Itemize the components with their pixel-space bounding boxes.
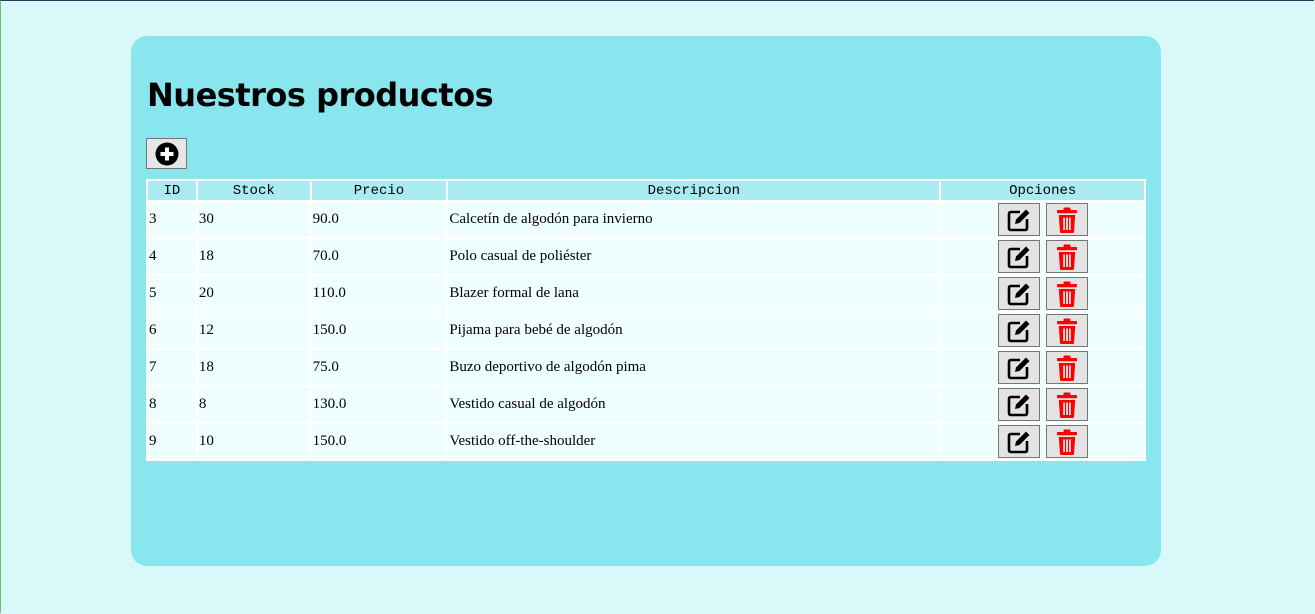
cell-descripcion: Calcetín de algodón para invierno [448, 202, 940, 237]
cell-id: 5 [148, 276, 196, 311]
cell-precio: 75.0 [311, 350, 447, 385]
delete-button[interactable] [1045, 425, 1088, 458]
trash-icon [1056, 207, 1077, 233]
cell-id: 8 [148, 387, 196, 422]
delete-button[interactable] [1045, 314, 1088, 347]
table-row: 8 8 130.0 Vestido casual de algodón [148, 387, 1144, 422]
column-header-id: ID [148, 181, 196, 200]
cell-id: 4 [148, 239, 196, 274]
edit-icon [1007, 283, 1030, 305]
cell-descripcion: Vestido off-the-shoulder [448, 424, 940, 459]
cell-stock: 18 [197, 350, 310, 385]
edit-button[interactable] [997, 388, 1040, 421]
cell-descripcion: Buzo deportivo de algodón pima [448, 350, 940, 385]
table-row: 4 18 70.0 Polo casual de poliéster [148, 239, 1144, 274]
edit-icon [1007, 209, 1030, 231]
trash-icon [1056, 355, 1077, 381]
edit-button[interactable] [997, 277, 1040, 310]
edit-button[interactable] [997, 314, 1040, 347]
cell-opciones [941, 387, 1144, 422]
cell-descripcion: Pijama para bebé de algodón [448, 313, 940, 348]
cell-precio: 70.0 [311, 239, 447, 274]
cell-stock: 10 [197, 424, 310, 459]
column-header-stock: Stock [197, 181, 310, 200]
trash-icon [1056, 244, 1077, 270]
edit-icon [1007, 246, 1030, 268]
delete-button[interactable] [1045, 277, 1088, 310]
table-row: 3 30 90.0 Calcetín de algodón para invie… [148, 202, 1144, 237]
delete-button[interactable] [1045, 240, 1088, 273]
edit-button[interactable] [997, 425, 1040, 458]
column-header-precio: Precio [311, 181, 447, 200]
plus-circle-icon [155, 142, 178, 165]
table-header-row: ID Stock Precio Descripcion Opciones [148, 181, 1144, 200]
products-table: ID Stock Precio Descripcion Opciones 3 3… [146, 179, 1146, 461]
table-row: 7 18 75.0 Buzo deportivo de algodón pima [148, 350, 1144, 385]
edit-icon [1007, 394, 1030, 416]
trash-icon [1056, 318, 1077, 344]
cell-stock: 30 [197, 202, 310, 237]
cell-id: 9 [148, 424, 196, 459]
cell-opciones [941, 202, 1144, 237]
cell-opciones [941, 239, 1144, 274]
cell-precio: 150.0 [311, 424, 447, 459]
edit-icon [1007, 320, 1030, 342]
cell-opciones [941, 313, 1144, 348]
cell-precio: 90.0 [311, 202, 447, 237]
cell-stock: 20 [197, 276, 310, 311]
cell-descripcion: Vestido casual de algodón [448, 387, 940, 422]
cell-stock: 18 [197, 239, 310, 274]
trash-icon [1056, 281, 1077, 307]
cell-descripcion: Blazer formal de lana [448, 276, 940, 311]
delete-button[interactable] [1045, 388, 1088, 421]
cell-id: 7 [148, 350, 196, 385]
edit-button[interactable] [997, 240, 1040, 273]
cell-opciones [941, 276, 1144, 311]
delete-button[interactable] [1045, 203, 1088, 236]
trash-icon [1056, 429, 1077, 455]
edit-button[interactable] [997, 351, 1040, 384]
products-panel: Nuestros productos ID Stock Precio Descr… [131, 36, 1161, 566]
cell-precio: 110.0 [311, 276, 447, 311]
cell-precio: 150.0 [311, 313, 447, 348]
add-product-button[interactable] [146, 138, 187, 169]
edit-icon [1007, 357, 1030, 379]
trash-icon [1056, 392, 1077, 418]
cell-stock: 12 [197, 313, 310, 348]
page-title: Nuestros productos [147, 76, 494, 114]
cell-descripcion: Polo casual de poliéster [448, 239, 940, 274]
cell-stock: 8 [197, 387, 310, 422]
table-row: 6 12 150.0 Pijama para bebé de algodón [148, 313, 1144, 348]
cell-id: 3 [148, 202, 196, 237]
edit-icon [1007, 431, 1030, 453]
table-row: 9 10 150.0 Vestido off-the-shoulder [148, 424, 1144, 459]
edit-button[interactable] [997, 203, 1040, 236]
table-row: 5 20 110.0 Blazer formal de lana [148, 276, 1144, 311]
column-header-opciones: Opciones [941, 181, 1144, 200]
delete-button[interactable] [1045, 351, 1088, 384]
cell-opciones [941, 350, 1144, 385]
cell-id: 6 [148, 313, 196, 348]
cell-opciones [941, 424, 1144, 459]
column-header-descripcion: Descripcion [448, 181, 940, 200]
cell-precio: 130.0 [311, 387, 447, 422]
